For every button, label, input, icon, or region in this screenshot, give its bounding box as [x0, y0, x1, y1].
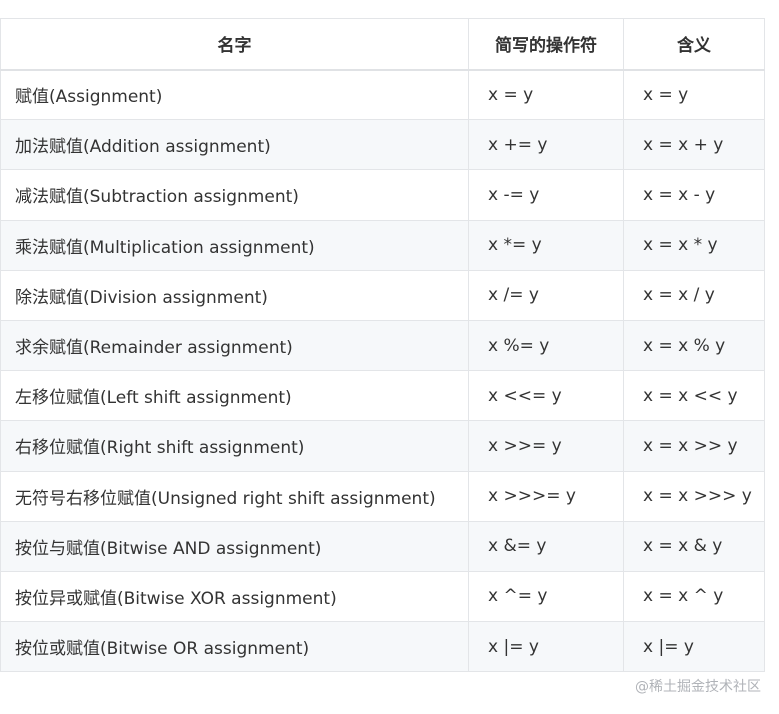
- cell-meaning: x = x >>> y: [623, 470, 765, 522]
- cell-name: 按位或赋值(Bitwise OR assignment): [0, 621, 469, 673]
- cell-meaning: x = x / y: [623, 269, 765, 321]
- assignment-operators-table-container: 名字 简写的操作符 含义 赋值(Assignment) x = y x = y …: [0, 18, 765, 673]
- cell-meaning: x |= y: [623, 621, 765, 673]
- cell-meaning: x = y: [623, 68, 765, 121]
- header-operator: 简写的操作符: [468, 18, 624, 71]
- cell-name: 减法赋值(Subtraction assignment): [0, 169, 469, 221]
- cell-operator: x %= y: [468, 319, 624, 372]
- cell-meaning: x = x << y: [623, 370, 765, 422]
- cell-meaning: x = x & y: [623, 520, 765, 572]
- table-row: 左移位赋值(Left shift assignment) x <<= y x =…: [0, 370, 765, 422]
- table-row: 乘法赋值(Multiplication assignment) x *= y x…: [0, 219, 765, 271]
- cell-meaning: x = x * y: [623, 219, 765, 271]
- cell-operator: x >>>= y: [468, 470, 624, 522]
- cell-meaning: x = x - y: [623, 169, 765, 221]
- cell-name: 按位异或赋值(Bitwise XOR assignment): [0, 570, 469, 623]
- cell-operator: x /= y: [468, 269, 624, 321]
- cell-operator: x -= y: [468, 169, 624, 221]
- cell-name: 无符号右移位赋值(Unsigned right shift assignment…: [0, 470, 469, 522]
- cell-meaning: x = x >> y: [623, 420, 765, 472]
- cell-operator: x >>= y: [468, 420, 624, 472]
- table-row: 按位异或赋值(Bitwise XOR assignment) x ^= y x …: [0, 570, 765, 623]
- cell-operator: x <<= y: [468, 370, 624, 422]
- cell-operator: x ^= y: [468, 570, 624, 623]
- cell-name: 求余赋值(Remainder assignment): [0, 319, 469, 372]
- table-row: 减法赋值(Subtraction assignment) x -= y x = …: [0, 169, 765, 221]
- cell-name: 右移位赋值(Right shift assignment): [0, 420, 469, 472]
- cell-operator: x |= y: [468, 621, 624, 673]
- cell-operator: x &= y: [468, 520, 624, 572]
- watermark: @稀土掘金技术社区: [635, 679, 761, 695]
- assignment-operators-table: 名字 简写的操作符 含义 赋值(Assignment) x = y x = y …: [0, 18, 765, 673]
- cell-name: 乘法赋值(Multiplication assignment): [0, 219, 469, 271]
- table-row: 加法赋值(Addition assignment) x += y x = x +…: [0, 119, 765, 171]
- table-body: 赋值(Assignment) x = y x = y 加法赋值(Addition…: [0, 68, 765, 673]
- cell-operator: x += y: [468, 119, 624, 171]
- table-header: 名字 简写的操作符 含义: [0, 18, 765, 71]
- cell-name: 除法赋值(Division assignment): [0, 269, 469, 321]
- table-row: 求余赋值(Remainder assignment) x %= y x = x …: [0, 319, 765, 372]
- header-row: 名字 简写的操作符 含义: [0, 18, 765, 71]
- cell-name: 赋值(Assignment): [0, 68, 469, 121]
- cell-name: 按位与赋值(Bitwise AND assignment): [0, 520, 469, 572]
- cell-name: 左移位赋值(Left shift assignment): [0, 370, 469, 422]
- table-row: 除法赋值(Division assignment) x /= y x = x /…: [0, 269, 765, 321]
- cell-name: 加法赋值(Addition assignment): [0, 119, 469, 171]
- header-meaning: 含义: [623, 18, 765, 71]
- table-row: 赋值(Assignment) x = y x = y: [0, 68, 765, 121]
- cell-meaning: x = x % y: [623, 319, 765, 372]
- cell-operator: x = y: [468, 68, 624, 121]
- cell-meaning: x = x ^ y: [623, 570, 765, 623]
- table-row: 右移位赋值(Right shift assignment) x >>= y x …: [0, 420, 765, 472]
- header-name: 名字: [0, 18, 469, 71]
- table-row: 无符号右移位赋值(Unsigned right shift assignment…: [0, 470, 765, 522]
- cell-meaning: x = x + y: [623, 119, 765, 171]
- table-row: 按位与赋值(Bitwise AND assignment) x &= y x =…: [0, 520, 765, 572]
- table-row: 按位或赋值(Bitwise OR assignment) x |= y x |=…: [0, 621, 765, 673]
- cell-operator: x *= y: [468, 219, 624, 271]
